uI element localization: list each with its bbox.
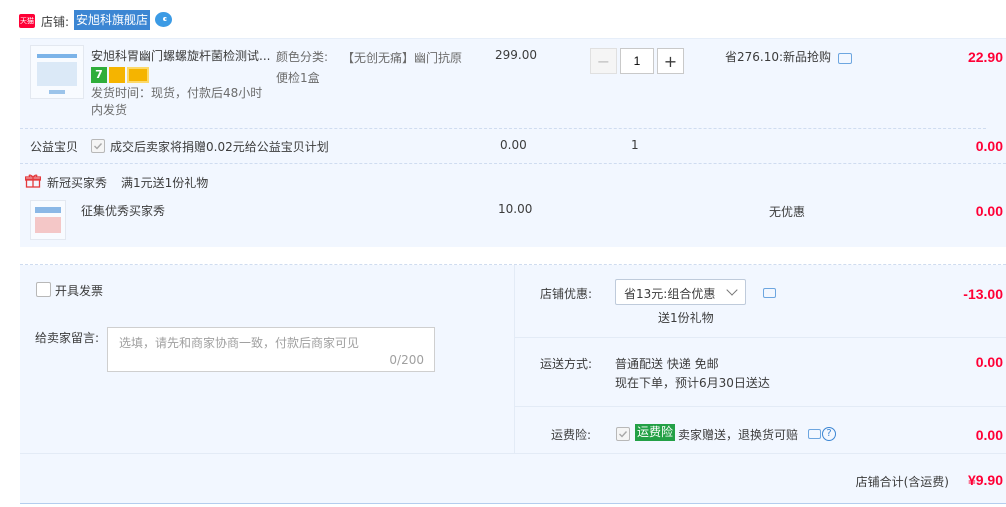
help-question-icon[interactable]: ? [822,427,836,441]
shop-header: 天猫 店铺: 安旭科旗舰店 [0,0,1006,38]
discount-label: 店铺优惠: [540,287,593,301]
promo-tip-icon[interactable] [838,53,852,64]
charity-price: 0.00 [500,138,527,152]
summary-amount: ¥9.90 [967,472,1003,488]
discount-amount: -13.00 [963,286,1003,302]
tmall-badge-icon: 天猫 [19,14,35,28]
service-badges: 7 [91,67,149,83]
gift-price: 10.00 [498,202,533,216]
promo-text: 省276.10:新品抢购 [725,50,832,64]
color-value: 【无创无痛】幽门抗原便检1盒 [276,51,463,85]
gift-promo: 无优惠 [769,205,806,219]
insurance-amount: 0.00 [975,427,1003,443]
gift-thumbnail[interactable] [30,200,66,240]
insurance-text: 卖家赠送，退换货可赔 [678,428,799,442]
qty-increase-button[interactable]: + [657,48,684,74]
shop-summary: 店铺合计(含运费) ¥9.90 [20,453,1006,503]
seven-day-return-icon: 7 [91,67,107,83]
shop-name-link[interactable]: 安旭科旗舰店 [74,10,151,30]
ship-time-text: 发货时间：现货，付款后48小时内发货 [91,86,263,117]
gift-desc: 满1元送1份礼物 [121,176,209,190]
credit-card-icon [127,67,149,83]
gift-title: 新冠买家秀 [47,176,108,190]
wangwang-chat-icon[interactable] [155,12,172,27]
charity-checkbox[interactable] [91,139,105,153]
guarantee-icon [109,67,125,83]
unit-price: 299.00 [495,48,537,62]
message-textarea[interactable]: 选填，请先和商家协商一致，付款后商家可见 0/200 [107,327,435,372]
delivery-amount: 0.00 [975,354,1003,370]
divider [515,406,1006,407]
message-counter: 0/200 [389,353,424,367]
divider [20,128,986,129]
charity-text: 成交后卖家将捐赠0.02元给公益宝贝计划 [110,140,329,154]
message-label: 给卖家留言: [35,331,100,345]
bottom-border [20,503,1006,504]
product-thumbnail[interactable] [30,45,84,99]
gift-item-title: 征集优秀买家秀 [81,204,166,218]
chevron-down-icon [726,284,738,296]
item-total: 22.90 [967,49,1003,65]
charity-qty: 1 [631,138,639,152]
discount-tip-icon[interactable] [763,288,776,298]
charity-total: 0.00 [975,138,1003,154]
discount-selected: 省13元:组合优惠 [624,287,716,301]
delivery-line2: 现在下单，预计6月30日送达 [615,376,770,390]
discount-sub: 送1份礼物 [658,311,714,325]
gift-row: 新冠买家秀 满1元送1份礼物 征集优秀买家秀 10.00 无优惠 0.00 [20,163,1006,247]
delivery-line1: 普通配送 快递 免邮 [615,357,719,371]
discount-select[interactable]: 省13元:组合优惠 [615,279,746,305]
summary-label: 店铺合计(含运费) [855,475,949,489]
insurance-tag: 运费险 [635,424,676,441]
insurance-chat-icon[interactable] [808,429,821,439]
shop-label: 店铺: [41,15,70,29]
qty-input[interactable] [620,48,654,74]
qty-decrease-button[interactable]: − [590,48,617,74]
gift-icon [24,174,42,188]
gift-total: 0.00 [975,203,1003,219]
invoice-label: 开具发票 [55,284,104,298]
charity-label: 公益宝贝 [30,140,79,154]
product-title-link[interactable]: 安旭科胃幽门螺螺旋杆菌检测试... [91,47,273,64]
order-item-row: 安旭科胃幽门螺螺旋杆菌检测试... 7 发货时间：现货，付款后48小时内发货 颜… [20,38,1006,163]
insurance-checkbox[interactable] [616,427,630,441]
delivery-label: 运送方式: [540,357,593,371]
invoice-checkbox[interactable] [36,282,51,297]
divider [515,337,1006,338]
message-placeholder: 选填，请先和商家协商一致，付款后商家可见 [119,336,360,350]
insurance-label: 运费险: [551,428,592,442]
